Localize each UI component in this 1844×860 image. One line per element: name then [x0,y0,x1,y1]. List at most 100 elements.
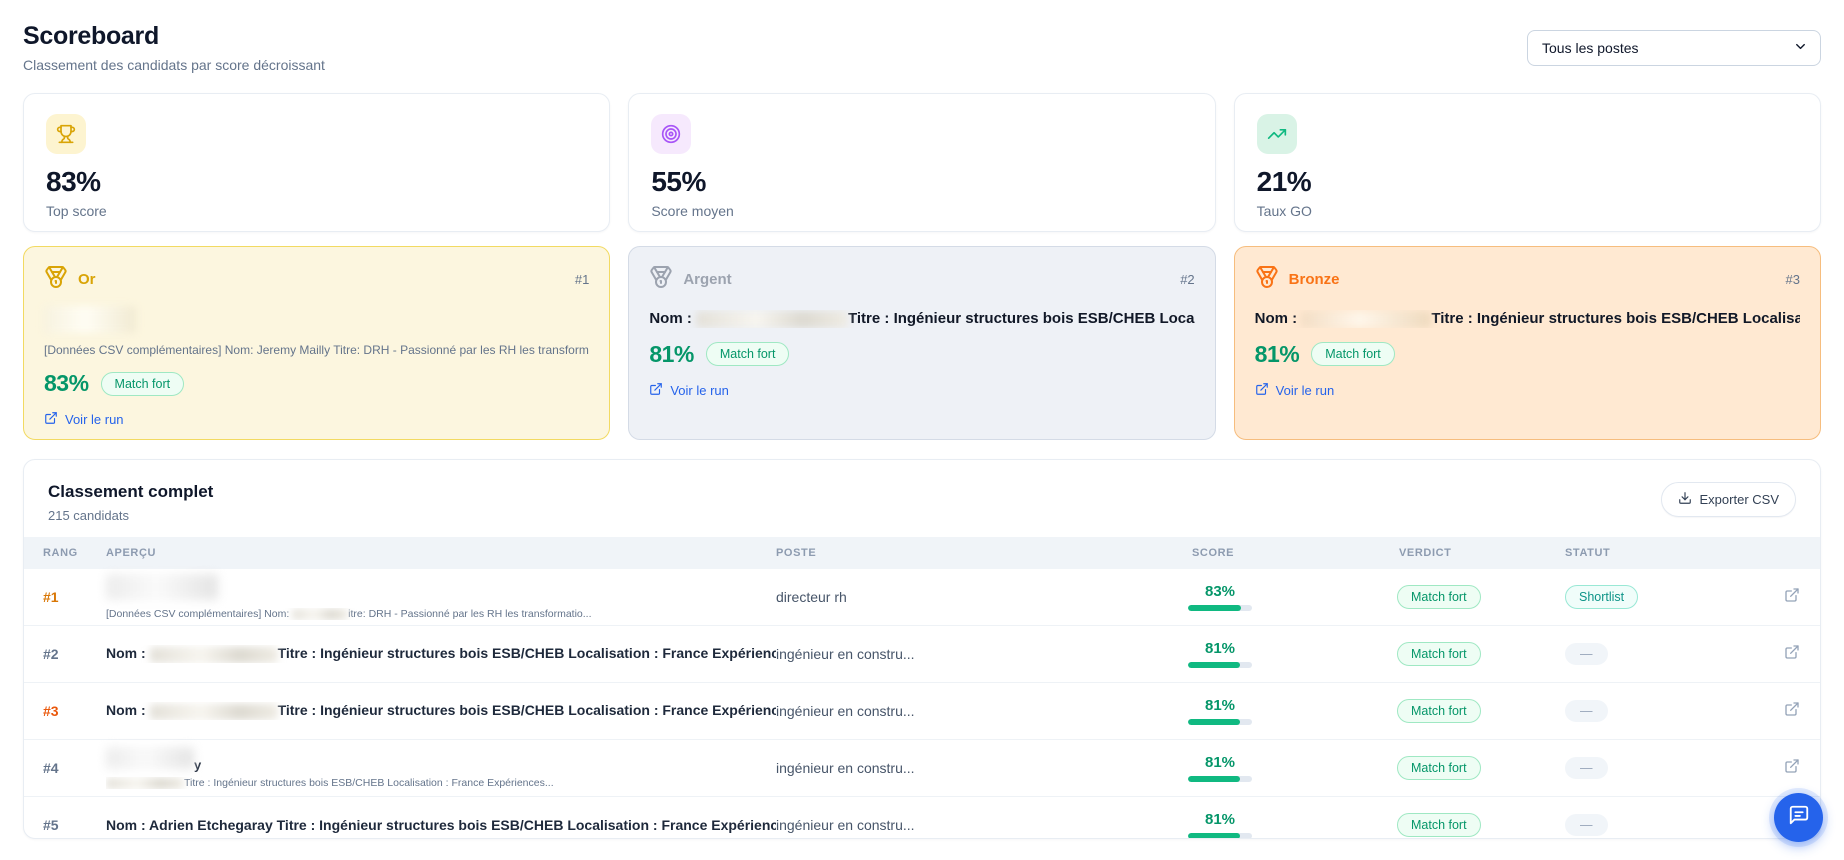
stat-card-score-moyen: 55% Score moyen [628,93,1215,232]
poste-cell: ingénieur en constru... [776,646,1180,662]
candidate-meta: [Données CSV complémentaires] Nom: itre:… [106,608,776,620]
open-run-button[interactable] [1767,758,1809,779]
ranking-table-card: Classement complet 215 candidats Exporte… [23,459,1821,839]
verdict-cell: Match fort [1391,585,1549,609]
podium-card-bronze: Bronze #3 Nom : Titre : Ingénieur struct… [1234,246,1821,440]
poste-cell: directeur rh [776,589,1180,605]
rank-cell: #1 [43,589,106,605]
statut-badge: Shortlist [1565,585,1638,609]
apercu-cell: y Titre : Ingénieur structures bois ESB/… [106,747,776,789]
podium-bronze-header: Bronze #3 [1255,265,1800,294]
podium-argent-header: Argent #2 [649,265,1194,294]
col-apercu: APERÇU [106,547,776,559]
podium-score: 83% [44,370,89,397]
podium-rank: #3 [1786,272,1800,287]
score-value: 81% [1188,754,1252,771]
verdict-cell: Match fort [1391,813,1549,837]
topbar: Scoreboard Classement des candidats par … [23,22,1821,73]
poste-cell: ingénieur en constru... [776,817,1180,833]
candidate-name-prefix: Nom : [106,702,146,718]
score-cell: 81% [1188,811,1252,839]
meta-after: itre: DRH - Passionné par les RH les tra… [348,608,591,620]
medal-label: Or [78,271,96,288]
poste-cell: ingénieur en constru... [776,760,1180,776]
apercu-cell: [Données CSV complémentaires] Nom: itre:… [106,574,776,620]
open-run-button[interactable] [1767,644,1809,665]
table-header-block: Classement complet 215 candidats [48,482,213,523]
open-run-button[interactable] [1767,587,1809,608]
podium-score: 81% [649,341,694,368]
trophy-icon [46,114,86,154]
taux-go-label: Taux GO [1257,203,1798,219]
table-row: #4 y Titre : Ingénieur structures bois E… [24,740,1820,797]
table-row: #1 [Données CSV complémentaires] Nom: it… [24,569,1820,626]
chat-icon [1788,804,1810,831]
verdict-badge: Match fort [1397,585,1481,609]
voir-le-run-link[interactable]: Voir le run [1255,382,1335,399]
rank-cell: #4 [43,760,106,776]
poste-filter-value: Tous les postes [1542,40,1639,56]
page-title: Scoreboard [23,22,325,51]
rank-cell: #2 [43,646,106,662]
poste-filter-select[interactable]: Tous les postes [1527,30,1821,66]
col-verdict: VERDICT [1391,547,1549,559]
table-row: #5 Nom : Adrien Etchegaray Titre : Ingén… [24,797,1820,839]
external-link-icon [1255,382,1269,399]
download-icon [1678,491,1692,508]
podium-row: Or #1 [Données CSV complémentaires] Nom:… [23,246,1821,440]
col-rang: RANG [43,547,106,559]
podium-rank: #1 [575,272,589,287]
open-run-button[interactable] [1767,701,1809,722]
medal-icon [1255,265,1279,294]
external-link-icon [649,382,663,399]
col-poste: POSTE [776,547,1180,559]
verdict-cell: Match fort [1391,699,1549,723]
apercu-cell: Nom : Titre : Ingénieur structures bois … [106,645,776,662]
candidate-meta: Titre : Ingénieur structures bois ESB/CH… [106,777,776,789]
meta-redacted [292,609,348,620]
score-value: 81% [1188,697,1252,714]
score-bar [1188,776,1252,782]
stat-card-top-score: 83% Top score [23,93,610,232]
apercu-cell: Nom : Adrien Etchegaray Titre : Ingénieu… [106,817,776,833]
candidate-line: Nom : Titre : Ingénieur structures bois … [649,310,1194,328]
statut-badge: — [1565,757,1608,779]
podium-score: 81% [1255,341,1300,368]
podium-or-header: Or #1 [44,265,589,294]
external-link-icon [44,411,58,428]
statut-cell: — [1549,700,1767,722]
score-value: 83% [1188,583,1252,600]
candidate-title: Titre : Ingénieur structures bois ESB/CH… [848,310,1195,327]
score-cell: 81% [1188,640,1252,668]
voir-le-run-label: Voir le run [65,412,124,427]
taux-go-value: 21% [1257,166,1798,198]
candidate-name-end: y [194,757,201,772]
statut-cell: — [1549,757,1767,779]
export-csv-button[interactable]: Exporter CSV [1661,482,1796,517]
podium-rank: #2 [1180,272,1194,287]
stats-row: 83% Top score 55% Score moyen 21% Taux G… [23,93,1821,232]
poste-cell: ingénieur en constru... [776,703,1180,719]
verdict-cell: Match fort [1391,642,1549,666]
candidate-name-redacted [696,311,848,328]
trending-up-icon [1257,114,1297,154]
score-value: 81% [1188,811,1252,828]
candidate-name-prefix: Nom : [649,310,692,327]
medal-label: Bronze [1289,271,1340,288]
meta-before: [Données CSV complémentaires] Nom: [106,608,289,620]
voir-le-run-link[interactable]: Voir le run [44,411,124,428]
candidate-name-prefix: Nom : [106,645,146,661]
export-csv-label: Exporter CSV [1700,492,1779,507]
verdict-cell: Match fort [1391,756,1549,780]
statut-cell: — [1549,814,1767,836]
voir-le-run-link[interactable]: Voir le run [649,382,729,399]
candidate-name-redacted [106,574,218,600]
verdict-badge: Match fort [1397,813,1481,837]
medal-label: Argent [683,271,731,288]
score-bar [1188,605,1252,611]
score-bar [1188,833,1252,839]
candidate-name-redacted [150,704,278,720]
medal-icon [44,265,68,294]
chat-fab-button[interactable] [1774,793,1823,842]
statut-badge: — [1565,643,1608,665]
